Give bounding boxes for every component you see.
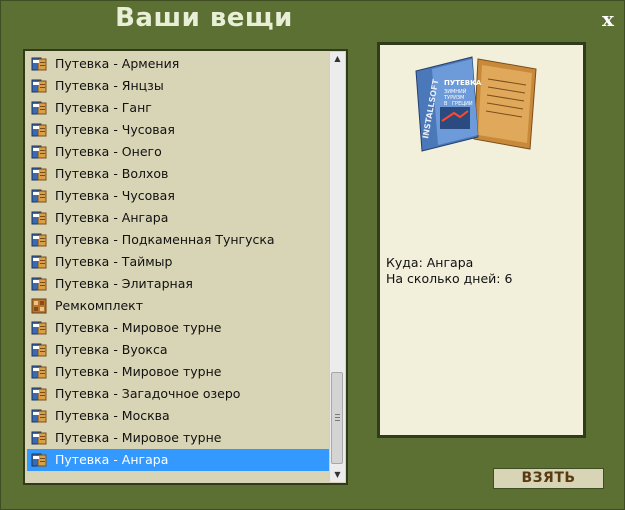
list-item-label: Путевка - Чусовая: [55, 188, 175, 203]
list-item[interactable]: Путевка - Ангара: [27, 207, 330, 229]
voucher-icon: [31, 320, 47, 336]
list-item[interactable]: Путевка - Онего: [27, 141, 330, 163]
items-list: Путевка - Армения Путевка - Янцзы Путевка …: [27, 53, 330, 471]
days-text: На сколько дней: 6: [386, 271, 513, 286]
list-item[interactable]: Путевка - Загадочное озеро: [27, 383, 330, 405]
list-item[interactable]: Путевка - Армения: [27, 53, 330, 75]
voucher-icon: [31, 232, 47, 248]
destination-text: Куда: Ангара: [386, 255, 474, 270]
voucher-icon: [31, 408, 47, 424]
voucher-icon: [31, 188, 47, 204]
voucher-icon: [31, 430, 47, 446]
inventory-window: Ваши вещи x Путевка - Армения Путевка - Я…: [0, 0, 625, 510]
list-item-label: Путевка - Вуокса: [55, 342, 168, 357]
list-item-label: Путевка - Подкаменная Тунгуска: [55, 232, 275, 247]
list-item[interactable]: Ремкомплект: [27, 295, 330, 317]
item-details: Куда: Ангара На сколько дней: 6: [386, 255, 512, 287]
voucher-icon: [31, 56, 47, 72]
voucher-icon: [31, 254, 47, 270]
list-item-label: Путевка - Москва: [55, 408, 170, 423]
list-item-label: Путевка - Чусовая: [55, 122, 175, 137]
list-item-label: Путевка - Янцзы: [55, 78, 164, 93]
grip-line: [335, 417, 340, 418]
scroll-down-icon[interactable]: ▼: [330, 468, 345, 482]
voucher-icon: [31, 342, 47, 358]
list-scrollbar[interactable]: ▲ ▼: [329, 52, 345, 482]
list-item-label: Путевка - Мировое турне: [55, 430, 222, 445]
list-item-label: Путевка - Таймыр: [55, 254, 173, 269]
grip-line: [335, 414, 340, 415]
brochure-line1: ЗИМНИЙ: [444, 88, 467, 95]
repair-kit-icon: [31, 298, 47, 314]
list-item[interactable]: Путевка - Вуокса: [27, 339, 330, 361]
brochure-title: ПУТЕВКА: [444, 79, 482, 87]
list-item-label: Путевка - Армения: [55, 56, 180, 71]
voucher-icon: [31, 78, 47, 94]
list-item[interactable]: Путевка - Мировое турне: [27, 361, 330, 383]
items-list-panel: Путевка - Армения Путевка - Янцзы Путевка …: [23, 49, 348, 485]
list-item[interactable]: Путевка - Элитарная: [27, 273, 330, 295]
voucher-icon: [31, 276, 47, 292]
list-item[interactable]: Путевка - Ангара: [27, 449, 330, 471]
list-item[interactable]: Путевка - Ганг: [27, 97, 330, 119]
grip-line: [335, 420, 340, 421]
list-item[interactable]: Путевка - Мировое турне: [27, 427, 330, 449]
list-item-label: Путевка - Онего: [55, 144, 162, 159]
close-icon: x: [602, 7, 614, 31]
list-item-label: Путевка - Загадочное озеро: [55, 386, 241, 401]
item-detail-panel: ПУТЕВКА ЗИМНИЙ ТУРИЗМ В ГРЕЦИИ INSTALLSO…: [377, 42, 586, 438]
list-item-label: Путевка - Ганг: [55, 100, 152, 115]
close-button[interactable]: x: [597, 8, 619, 30]
list-item-label: Путевка - Мировое турне: [55, 364, 222, 379]
voucher-icon: [31, 452, 47, 468]
list-item-label: Путевка - Волхов: [55, 166, 169, 181]
list-item[interactable]: Путевка - Таймыр: [27, 251, 330, 273]
voucher-icon: [31, 166, 47, 182]
brochure-line4: ГРЕЦИИ: [452, 101, 473, 107]
travel-brochure-icon: ПУТЕВКА ЗИМНИЙ ТУРИЗМ В ГРЕЦИИ INSTALLSO…: [408, 51, 548, 155]
take-button[interactable]: ВЗЯТЬ: [493, 468, 604, 489]
list-item[interactable]: Путевка - Мировое турне: [27, 317, 330, 339]
list-item[interactable]: Путевка - Волхов: [27, 163, 330, 185]
list-item[interactable]: Путевка - Москва: [27, 405, 330, 427]
scroll-thumb[interactable]: [331, 372, 343, 464]
brochure-line3: В: [444, 101, 448, 107]
voucher-icon: [31, 210, 47, 226]
list-item-label: Ремкомплект: [55, 298, 143, 313]
list-item[interactable]: Путевка - Чусовая: [27, 119, 330, 141]
voucher-icon: [31, 386, 47, 402]
list-item[interactable]: Путевка - Янцзы: [27, 75, 330, 97]
window-title: Ваши вещи: [115, 3, 293, 33]
voucher-icon: [31, 364, 47, 380]
list-item-label: Путевка - Мировое турне: [55, 320, 222, 335]
scroll-up-icon[interactable]: ▲: [330, 52, 345, 66]
voucher-icon: [31, 100, 47, 116]
list-item-label: Путевка - Элитарная: [55, 276, 193, 291]
list-item-label: Путевка - Ангара: [55, 210, 169, 225]
voucher-icon: [31, 122, 47, 138]
list-item[interactable]: Путевка - Чусовая: [27, 185, 330, 207]
voucher-icon: [31, 144, 47, 160]
list-item[interactable]: Путевка - Подкаменная Тунгуска: [27, 229, 330, 251]
list-item-label: Путевка - Ангара: [55, 452, 169, 467]
